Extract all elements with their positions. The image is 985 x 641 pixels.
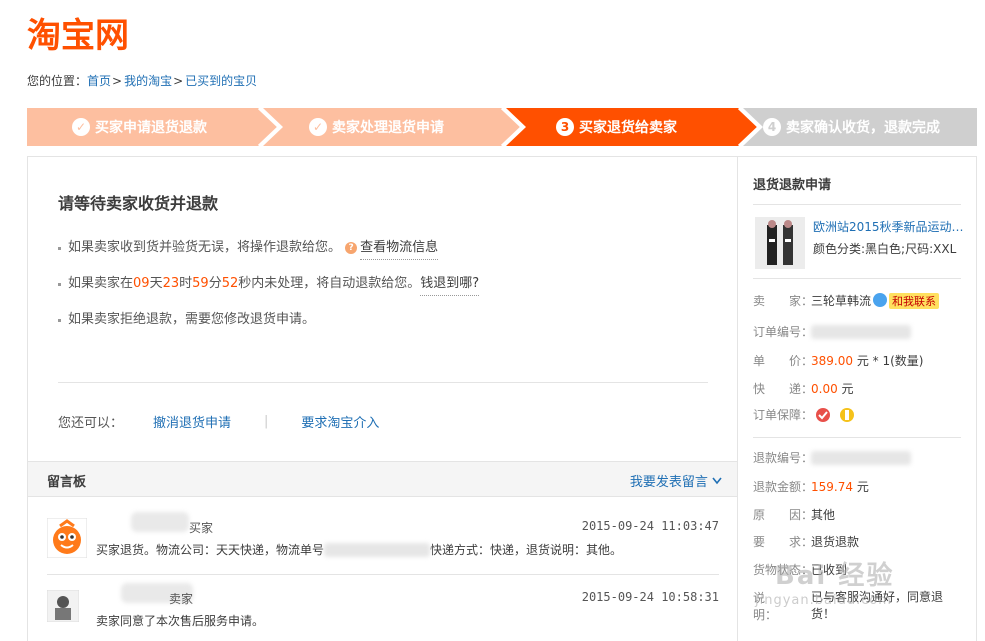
post-message-link[interactable]: 我要发表留言 [630,471,722,490]
guarantee-badge-icon[interactable] [815,407,831,423]
product-name-link[interactable]: 欧洲站2015秋季新品运动… [813,218,963,235]
divider [753,278,961,279]
blurred-order-number [811,325,911,339]
breadcrumb-home[interactable]: 首页 [87,74,111,88]
where-money-link[interactable]: 钱退到哪? [420,276,480,296]
message-time: 2015-09-24 11:03:47 [581,519,719,533]
countdown-days: 09 [133,276,150,291]
step-4-label: 卖家确认收货，退款完成 [786,120,940,136]
buyer-avatar [47,518,87,558]
check-icon: ✓ [72,118,90,136]
message-body: 卖家同意了本次售后服务申请。 [96,614,265,628]
request-taobao-intervention-button[interactable]: 要求淘宝介入 [301,412,379,431]
countdown-hours: 23 [162,276,180,291]
countdown-minutes: 59 [192,276,209,291]
step-2-label: 卖家处理退货申请 [332,120,444,136]
guarantee-row: 订单保障： [753,406,855,423]
divider [753,437,961,438]
contact-seller-button[interactable]: 和我联系 [889,293,940,309]
step-3-label: 买家退货给卖家 [579,120,677,136]
request-row: 要 求：退货退款 [753,535,860,549]
question-icon: ? [345,242,358,254]
blurred-refund-number [811,451,911,465]
message-role: 买家 [189,521,214,535]
breadcrumb-sep: > [112,74,123,88]
divider [47,574,719,575]
step-3: 3 买家退货给卖家 [556,108,677,146]
breadcrumb-my-taobao[interactable]: 我的淘宝 [124,74,172,88]
refund-reason: 其他 [811,508,836,522]
message-item: 卖家 2015-09-24 10:58:31 卖家同意了本次售后服务申请。 [28,580,738,641]
step-1-label: 买家申请退货退款 [95,120,207,136]
info-item-confirm: 如果卖家收到货并验货无误，将操作退款给您。 ? 查看物流信息 [58,237,479,273]
breadcrumb: 您的位置：首页> 我的淘宝> 已买到的宝贝 [27,72,257,89]
shipping-fee: 0.00 [811,382,838,396]
refund-amount-row: 退款金额：159.74 元 [753,480,869,494]
price-row: 单 价：389.00 元 * 1(数量) [753,354,924,368]
side-title: 退货退款申请 [753,178,832,193]
actions-row: 您还可以： 撤消退货申请 | 要求淘宝介入 [58,412,379,431]
watermark-logo: Bai 经验 [775,561,895,591]
wangwang-icon[interactable] [873,293,888,307]
product-spec: 颜色分类:黑白色;尺码:XXL [813,242,957,256]
info-text: 如果卖家收到货并验货无误，将操作退款给您。 [68,240,342,255]
unit-price: 389.00 [811,354,853,368]
status-info-list: 如果卖家收到货并验货无误，将操作退款给您。 ? 查看物流信息 如果卖家在09天23… [58,237,480,345]
step-4: 4 卖家确认收货，退款完成 [763,108,940,146]
message-board-header: 留言板 我要发表留言 [28,461,738,497]
reason-row: 原 因：其他 [753,508,836,522]
step-2: ✓ 卖家处理退货申请 [309,108,444,146]
refund-request: 退货退款 [811,535,860,549]
seller-avatar [47,590,79,622]
divider [58,382,708,383]
cancel-return-button[interactable]: 撤消退货申请 [153,412,231,431]
step-number-icon: 4 [763,118,781,136]
guarantee-badge-icon[interactable] [839,407,855,423]
message-body: 买家退货。物流公司：天天快递，物流单号 快递方式：快递，退货说明：其他。 [96,543,623,557]
info-item-countdown: 如果卖家在09天23时59分52秒内未处理，将自动退款给您。钱退到哪? [58,273,480,309]
refund-progress-steps: ✓ 买家申请退货退款 ✓ 卖家处理退货申请 3 买家退货给卖家 4 卖家确认收货，退款完… [27,108,977,146]
message-time: 2015-09-24 10:58:31 [581,590,719,604]
shipping-row: 快 递：0.00 元 [753,382,854,396]
step-number-icon: 3 [556,118,574,136]
seller-name: 三轮草韩流 [811,294,872,308]
breadcrumb-sep: > [173,74,184,88]
check-icon: ✓ [309,118,327,136]
message-board-title: 留言板 [47,475,87,490]
divider [753,204,961,205]
info-item-reject: 如果卖家拒绝退款，需要您修改退货申请。 [58,309,479,345]
view-logistics-link[interactable]: 查看物流信息 [360,240,439,260]
seller-row: 卖 家：三轮草韩流 和我联系 [753,292,940,309]
message-role: 卖家 [169,592,194,606]
status-title: 请等待卖家收货并退款 [58,194,219,213]
breadcrumb-bought-items[interactable]: 已买到的宝贝 [185,74,257,88]
order-number-row: 订单编号： [753,323,911,340]
step-1: ✓ 买家申请退货退款 [72,108,207,146]
vertical-divider: | [264,414,269,429]
product-thumbnail[interactable] [755,217,805,269]
actions-label: 您还可以： [58,416,124,431]
refund-number-row: 退款编号： [753,449,911,466]
watermark-url: jingyan.baidu.com [755,593,892,608]
chevron-down-icon [712,477,722,485]
countdown-seconds: 52 [221,276,239,291]
breadcrumb-label: 您的位置： [27,74,88,88]
message-item: 买家 2015-09-24 11:03:47 买家退货。物流公司：天天快递，物流… [28,506,738,576]
blurred-tracking-number [324,543,431,557]
refund-amount: 159.74 [811,480,853,494]
main-panel: 请等待卖家收货并退款 如果卖家收到货并验货无误，将操作退款给您。 ? 查看物流信息… [27,156,738,641]
taobao-logo[interactable]: 淘宝网 [27,8,129,57]
blurred-username [131,512,189,532]
